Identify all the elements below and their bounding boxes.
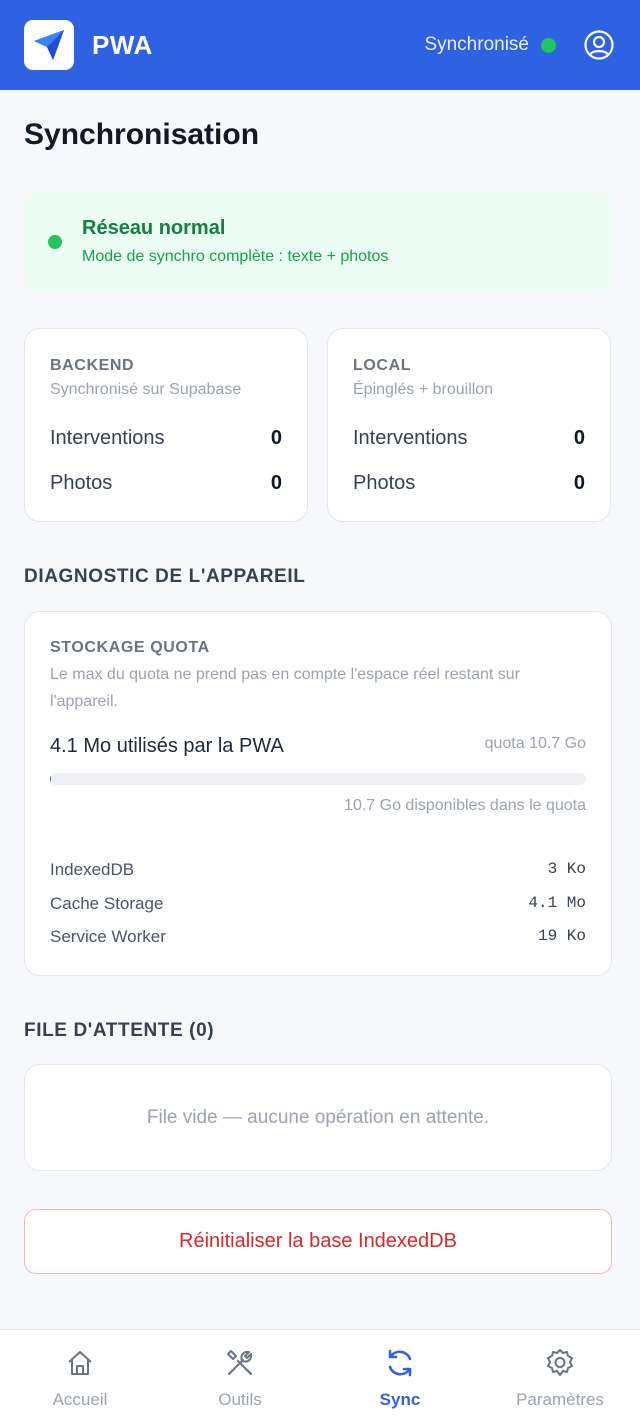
nav-item-parametres[interactable]: Paramètres: [480, 1330, 640, 1419]
reset-indexeddb-button[interactable]: Réinitialiser la base IndexedDB: [24, 1209, 612, 1274]
header-actions: Synchronisé: [424, 28, 616, 62]
local-card: LOCAL Épinglés + brouillon Interventions…: [327, 328, 611, 522]
storage-row-cache: Cache Storage 4.1 Mo: [50, 894, 586, 914]
user-circle-icon[interactable]: [582, 28, 616, 62]
storage-label: Cache Storage: [50, 894, 164, 913]
local-interventions-row: Interventions 0: [353, 427, 585, 450]
backend-interventions-row: Interventions 0: [50, 427, 282, 450]
stat-value: 0: [573, 472, 585, 494]
sync-icon: [384, 1346, 416, 1380]
storage-quota-text: quota 10.7 Go: [484, 735, 586, 752]
nav-label: Paramètres: [516, 1390, 604, 1409]
queue-empty-text: File vide — aucune opération en attente.: [146, 1106, 490, 1128]
stat-value: 0: [573, 427, 585, 449]
nav-item-accueil[interactable]: Accueil: [0, 1330, 160, 1419]
stat-value: 0: [270, 472, 282, 494]
storage-quota-label: STOCKAGE QUOTA: [50, 639, 210, 656]
network-status-title: Réseau normal: [82, 217, 226, 239]
nav-item-outils[interactable]: Outils: [160, 1330, 320, 1419]
stat-label: Photos: [353, 472, 416, 494]
sync-status-text: Synchronisé: [424, 34, 529, 55]
queue-section-title: FILE D'ATTENTE (0): [24, 1020, 215, 1041]
storage-label: Service Worker: [50, 927, 166, 946]
app-header: PWA Synchronisé: [0, 0, 640, 90]
stat-label: Photos: [50, 472, 113, 494]
network-status-dot: [48, 235, 62, 249]
stat-label: Interventions: [353, 427, 468, 449]
network-status-card: Réseau normal Mode de synchro complète :…: [24, 193, 612, 291]
storage-row-service-worker: Service Worker 19 Ko: [50, 927, 586, 947]
nav-label: Outils: [218, 1390, 262, 1409]
local-label: LOCAL: [353, 357, 412, 374]
bottom-nav: Accueil Outils Sync Paramètres: [0, 1329, 640, 1419]
storage-value: 4.1 Mo: [528, 894, 586, 912]
backend-card: BACKEND Synchronisé sur Supabase Interve…: [24, 328, 308, 522]
backend-photos-row: Photos 0: [50, 472, 282, 495]
storage-label: IndexedDB: [50, 860, 135, 879]
network-status-subtitle: Mode de synchro complète : texte + photo…: [82, 248, 389, 265]
storage-row-indexeddb: IndexedDB 3 Ko: [50, 860, 586, 880]
app-title: PWA: [92, 29, 153, 60]
local-photos-row: Photos 0: [353, 472, 585, 495]
storage-quota-description: Le max du quota ne prend pas en compte l…: [50, 666, 521, 710]
storage-quota-card: STOCKAGE QUOTA Le max du quota ne prend …: [24, 611, 612, 976]
tools-icon: [223, 1346, 257, 1380]
nav-item-sync[interactable]: Sync: [320, 1330, 480, 1419]
backend-label: BACKEND: [50, 357, 135, 374]
local-subtitle: Épinglés + brouillon: [353, 381, 494, 398]
home-icon: [64, 1346, 96, 1380]
storage-value: 19 Ko: [537, 927, 586, 945]
stat-label: Interventions: [50, 427, 165, 449]
nav-label: Accueil: [52, 1390, 108, 1409]
page-title: Synchronisation: [24, 118, 260, 151]
sync-status-dot: [541, 37, 556, 53]
stat-value: 0: [270, 427, 282, 449]
storage-value: 3 Ko: [547, 860, 586, 878]
diagnostic-section-title: DIAGNOSTIC DE L'APPAREIL: [24, 566, 306, 587]
paper-plane-icon[interactable]: [24, 20, 74, 70]
storage-used-text: 4.1 Mo utilisés par la PWA: [50, 735, 284, 757]
storage-progress-bar: [50, 773, 586, 785]
queue-card: File vide — aucune opération en attente.: [24, 1064, 612, 1171]
backend-subtitle: Synchronisé sur Supabase: [50, 381, 242, 398]
nav-label: Sync: [379, 1390, 421, 1409]
storage-available-text: 10.7 Go disponibles dans le quota: [344, 797, 586, 814]
gear-icon: [544, 1346, 576, 1380]
